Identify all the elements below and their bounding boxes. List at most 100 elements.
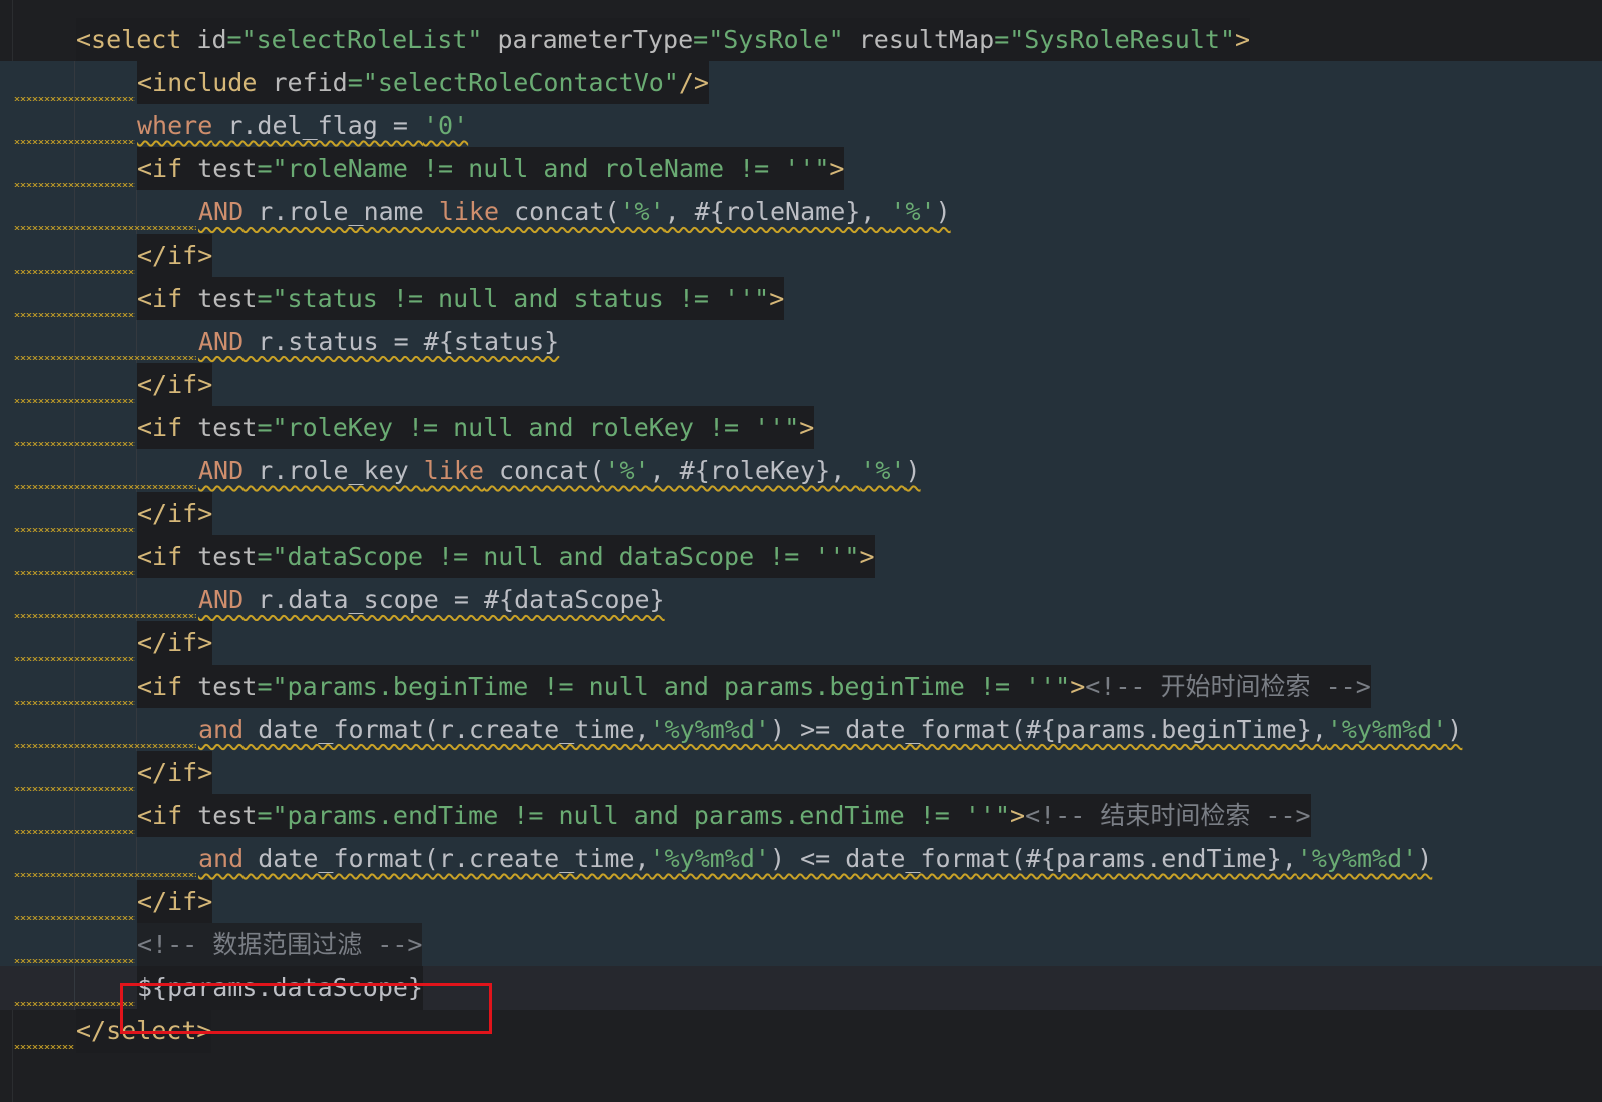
code-token: date_format(r.create_time, <box>243 843 650 873</box>
code-line[interactable]: AND r.role_key like concat('%', #{roleKe… <box>0 449 1602 493</box>
whitespace-warning-squiggle <box>14 97 135 102</box>
code-text[interactable]: </if> <box>137 880 213 924</box>
whitespace-warning-squiggle <box>14 441 135 446</box>
code-token: AND <box>198 326 244 356</box>
code-token: '%' <box>604 456 650 485</box>
code-text[interactable]: and date_format(r.create_time,'%y%m%d') … <box>198 837 1432 881</box>
whitespace-warning-squiggle <box>14 786 135 791</box>
code-token: r.status = #{status} <box>243 326 560 356</box>
code-text[interactable]: <if test="status != null and status != '… <box>137 276 785 321</box>
code-line[interactable]: <if test="roleKey != null and roleKey !=… <box>0 405 1602 450</box>
code-line[interactable]: </if> <box>0 492 1602 537</box>
code-token: test <box>197 671 258 701</box>
whitespace-warning-squiggle <box>14 528 135 533</box>
code-token: </if> <box>137 757 213 787</box>
code-text[interactable]: </if> <box>137 492 213 537</box>
code-token: , #{roleName}, <box>664 197 891 227</box>
code-line[interactable]: and date_format(r.create_time,'%y%m%d') … <box>0 836 1602 881</box>
code-line[interactable]: </select> <box>0 1009 1602 1054</box>
code-token: /> <box>678 68 709 98</box>
code-token: ="roleName != null and roleName != ''" <box>257 154 830 184</box>
code-token: r.del_flag = <box>212 111 423 141</box>
code-line[interactable]: </if> <box>0 362 1602 407</box>
code-line[interactable]: AND r.role_name like concat('%', #{roleN… <box>0 190 1602 235</box>
whitespace-warning-squiggle <box>14 872 196 877</box>
code-line[interactable]: </if> <box>0 750 1602 795</box>
code-text[interactable]: </if> <box>137 621 213 666</box>
whitespace-warning-squiggle <box>14 916 135 920</box>
whitespace-warning-squiggle <box>14 571 135 576</box>
whitespace-warning-squiggle <box>14 743 196 748</box>
code-editor[interactable]: <select id="selectRoleList" parameterTyp… <box>0 0 1602 1102</box>
code-text[interactable]: <include refid="selectRoleContactVo"/> <box>137 61 709 106</box>
code-token: <if <box>137 412 198 442</box>
code-token: <!-- 结束时间检索 --> <box>1025 800 1311 830</box>
code-line[interactable]: ${params.dataScope} <box>0 966 1602 1011</box>
code-text[interactable]: AND r.role_name like concat('%', #{roleN… <box>198 190 951 234</box>
code-token: ) <box>1447 714 1463 744</box>
code-text[interactable]: <if test="params.endTime != null and par… <box>137 793 1311 838</box>
code-token: ) >= date_format(#{params.beginTime}, <box>769 714 1327 744</box>
code-text[interactable]: AND r.role_key like concat('%', #{roleKe… <box>198 449 921 493</box>
code-line[interactable]: <include refid="selectRoleContactVo"/> <box>0 61 1602 106</box>
code-text[interactable]: AND r.data_scope = #{dataScope} <box>198 578 665 622</box>
code-token: <select <box>76 25 197 54</box>
code-text[interactable]: </select> <box>76 1009 212 1054</box>
code-token: test <box>197 412 258 442</box>
code-text[interactable]: </if> <box>137 750 213 795</box>
code-token: test <box>197 800 258 830</box>
code-text[interactable]: <!-- 数据范围过滤 --> <box>137 923 423 968</box>
code-line[interactable]: <if test="roleName != null and roleName … <box>0 147 1602 192</box>
code-text[interactable]: <select id="selectRoleList" parameterTyp… <box>76 18 1251 62</box>
code-token: > <box>829 154 845 184</box>
code-text[interactable]: where r.del_flag = '0' <box>137 104 468 148</box>
code-token: test <box>197 283 258 313</box>
code-token: ="params.endTime != null and params.endT… <box>257 800 1011 830</box>
code-token: ) <= date_format(#{params.endTime}, <box>769 843 1297 873</box>
whitespace-warning-squiggle <box>14 959 135 964</box>
code-line[interactable]: <if test="params.endTime != null and par… <box>0 793 1602 838</box>
code-line[interactable]: AND r.status = #{status} <box>0 319 1602 364</box>
code-token: ) <box>905 456 921 485</box>
code-line[interactable]: AND r.data_scope = #{dataScope} <box>0 578 1602 623</box>
code-token: test <box>197 154 258 184</box>
code-token: ="roleKey != null and roleKey != ''" <box>257 412 800 442</box>
code-token: ${params.dataScope} <box>137 973 423 1003</box>
code-text[interactable]: <if test="dataScope != null and dataScop… <box>137 535 875 580</box>
code-text[interactable]: and date_format(r.create_time,'%y%m%d') … <box>198 708 1462 752</box>
code-text[interactable]: </if> <box>137 362 213 407</box>
code-token: </if> <box>137 499 213 529</box>
whitespace-warning-squiggle <box>14 355 196 360</box>
code-token: ) <box>1417 843 1433 873</box>
code-token: ="status != null and status != ''" <box>257 283 770 313</box>
code-text[interactable]: <if test="roleKey != null and roleKey !=… <box>137 405 815 450</box>
code-text[interactable]: </if> <box>137 233 213 278</box>
code-token: '%y%m%d' <box>1296 843 1418 873</box>
code-line[interactable]: <if test="dataScope != null and dataScop… <box>0 535 1602 580</box>
code-text[interactable]: ${params.dataScope} <box>137 966 423 1011</box>
code-line[interactable]: and date_format(r.create_time,'%y%m%d') … <box>0 707 1602 752</box>
code-token: > <box>859 542 875 572</box>
code-line[interactable]: <if test="status != null and status != '… <box>0 276 1602 321</box>
code-token: > <box>1235 25 1251 54</box>
code-token: > <box>799 412 815 442</box>
code-line[interactable]: </if> <box>0 621 1602 666</box>
code-token: > <box>1070 671 1086 701</box>
code-token: <!-- 数据范围过滤 --> <box>137 930 423 960</box>
code-text[interactable]: <if test="roleName != null and roleName … <box>137 147 845 192</box>
code-token: refid <box>272 68 348 98</box>
code-line[interactable]: where r.del_flag = '0' <box>0 104 1602 149</box>
code-token: <!-- 开始时间检索 --> <box>1085 671 1371 701</box>
code-text[interactable]: <if test="params.beginTime != null and p… <box>137 664 1371 709</box>
code-line[interactable]: <select id="selectRoleList" parameterTyp… <box>0 18 1602 62</box>
code-token: AND <box>198 585 244 615</box>
code-token: <if <box>137 154 198 184</box>
code-line[interactable]: </if> <box>0 880 1602 924</box>
code-text[interactable]: AND r.status = #{status} <box>198 320 559 364</box>
code-line[interactable]: <!-- 数据范围过滤 --> <box>0 923 1602 968</box>
whitespace-warning-squiggle <box>14 183 135 188</box>
code-token: AND <box>198 456 244 485</box>
code-token: '%y%m%d' <box>649 714 770 744</box>
code-line[interactable]: </if> <box>0 233 1602 278</box>
code-line[interactable]: <if test="params.beginTime != null and p… <box>0 664 1602 709</box>
